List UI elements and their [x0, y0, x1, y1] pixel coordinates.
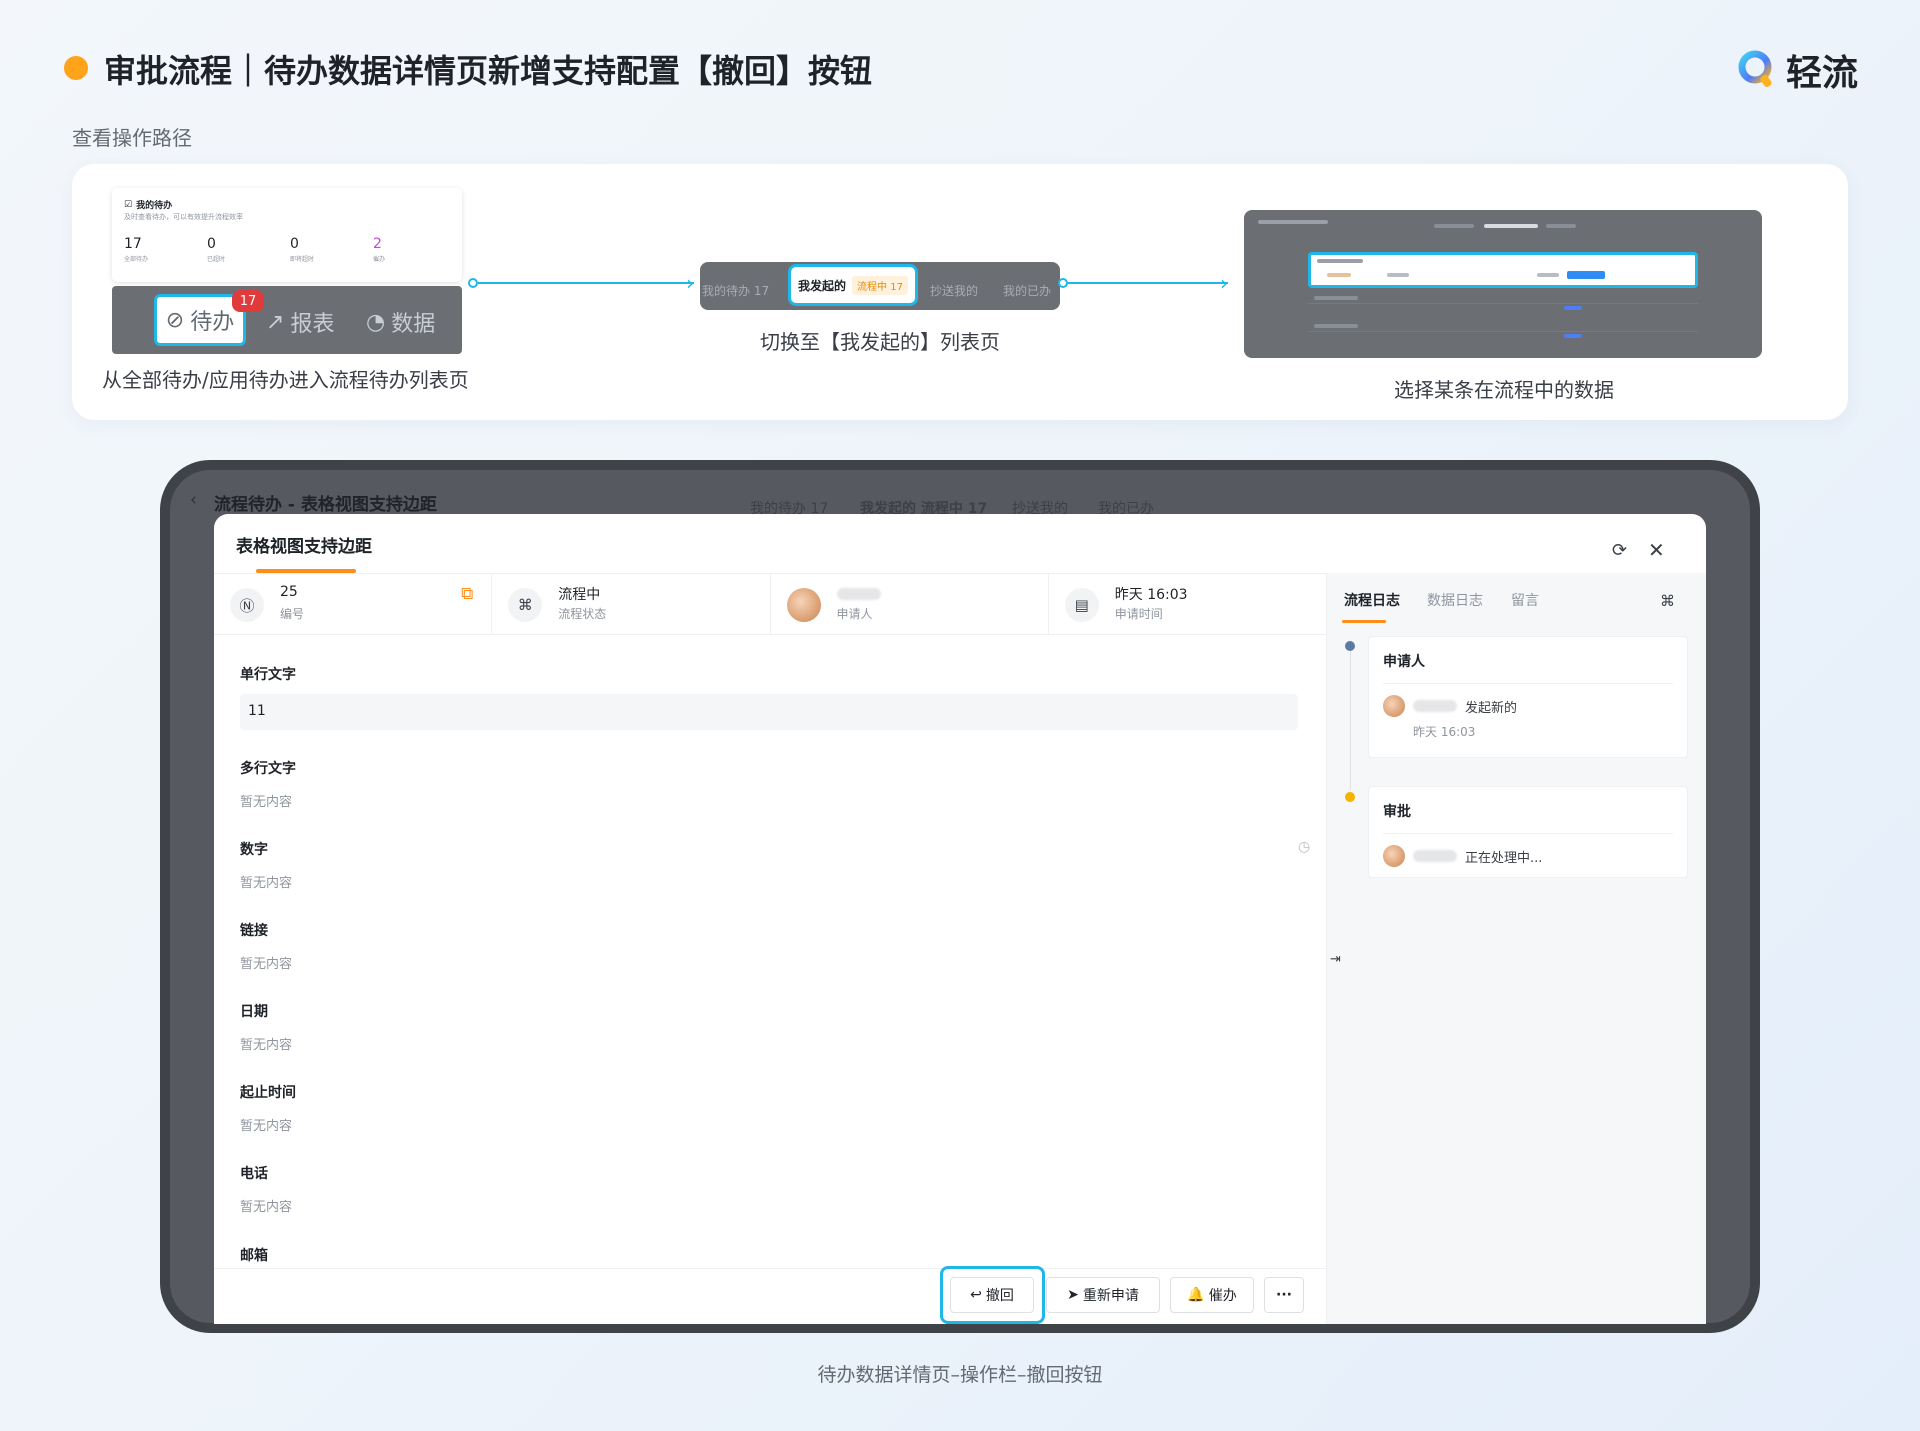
stat-urged[interactable]: 2 催办 — [373, 236, 385, 263]
withdraw-highlight — [940, 1266, 1045, 1324]
tab-data[interactable]: ◔ 数据 — [366, 306, 435, 338]
arrow-right-icon: › — [1220, 271, 1228, 295]
info-number: Ⓝ 25 编号 ⧉ — [214, 574, 493, 634]
tab-data-log[interactable]: 数据日志 — [1427, 590, 1483, 610]
stat-overdue[interactable]: 0 已超时 — [207, 236, 225, 263]
avatar — [1383, 695, 1405, 717]
open-external-icon[interactable]: ⧉ — [461, 584, 473, 604]
tab-my-todo[interactable]: 我的待办 17 — [702, 282, 769, 299]
field-label: 电话 — [240, 1166, 268, 1182]
connector-line — [478, 282, 694, 284]
back-icon[interactable]: ‹ — [190, 490, 197, 510]
field-label: 起止时间 — [240, 1085, 296, 1101]
log-card-approval: 审批 正在处理中... — [1368, 786, 1688, 878]
field-label: 邮箱 — [240, 1248, 268, 1264]
send-icon: ➤ — [1067, 1287, 1079, 1303]
todo-count-badge: 17 — [232, 290, 264, 312]
log-card-applicant: 申请人 发起新的 昨天 16:03 — [1368, 636, 1688, 758]
field-label: 数字 — [240, 842, 268, 858]
detail-title: 表格视图支持边距 — [236, 537, 372, 557]
connector-line — [1068, 282, 1228, 284]
number-icon: Ⓝ — [230, 588, 264, 622]
arrow-right-icon: › — [686, 271, 694, 295]
avatar — [786, 588, 821, 622]
selected-process-row[interactable] — [1308, 252, 1698, 288]
field-value: 暂无内容 — [240, 1038, 293, 1053]
more-button[interactable]: ··· — [1264, 1277, 1304, 1313]
bottom-caption: 待办数据详情页–操作栏–撤回按钮 — [817, 1364, 1103, 1386]
field-label: 多行文字 — [240, 761, 296, 777]
todo-summary-subtitle: 及时查看待办，可以有效提升流程效率 — [124, 213, 243, 221]
single-line-text-value: 11 — [240, 694, 1298, 730]
field-label: 单行文字 — [240, 667, 296, 683]
page-title: 审批流程｜待办数据详情页新增支持配置【撤回】按钮 — [104, 52, 873, 90]
summary-info-row: Ⓝ 25 编号 ⧉ ⌘ 流程中 流程状态 申请人 ▤ 昨天 16:03 申请时间 — [214, 573, 1326, 635]
urge-button[interactable]: 🔔 催办 — [1170, 1277, 1254, 1313]
tab-cc-me[interactable]: 抄送我的 — [930, 282, 978, 299]
dashboard-icon: ◔ — [366, 309, 386, 335]
field-label: 日期 — [240, 1004, 268, 1020]
timeline-dot — [1345, 641, 1355, 651]
title-dot — [64, 56, 88, 80]
info-time: ▤ 昨天 16:03 申请时间 — [1049, 574, 1326, 634]
check-circle-icon: ⊘ — [165, 307, 185, 333]
brand-name: 轻流 — [1785, 53, 1858, 94]
check-icon: ☑ — [124, 199, 133, 210]
tab-initiated-by-me[interactable]: 我发起的 流程中 17 — [788, 264, 918, 306]
bell-icon: 🔔 — [1187, 1287, 1205, 1303]
background-page-title: 流程待办 - 表格视图支持边距 — [214, 495, 437, 515]
user-name-blurred — [1413, 850, 1457, 862]
todo-summary-title: ☑ 我的待办 — [124, 199, 173, 212]
connector-dot — [468, 278, 478, 288]
tab-done[interactable]: 我的已办 — [1003, 282, 1051, 299]
collapse-panel-icon[interactable]: ⇥ — [1330, 952, 1341, 967]
todo-summary-card: ☑ 我的待办 及时查看待办，可以有效提升流程效率 17 全部待办 0 已超时 0 即将… — [112, 188, 462, 282]
brand-icon — [1738, 49, 1776, 91]
in-progress-tag: 流程中 17 — [852, 275, 908, 295]
field-value: 暂无内容 — [240, 957, 293, 972]
info-status: ⌘ 流程中 流程状态 — [492, 574, 771, 634]
step1-caption: 从全部待办/应用待办进入流程待办列表页 — [102, 368, 469, 392]
flow-icon: ⌘ — [508, 588, 543, 622]
user-name-blurred — [1413, 700, 1457, 712]
field-value: 暂无内容 — [240, 876, 293, 891]
step3-caption: 选择某条在流程中的数据 — [1394, 378, 1614, 402]
avatar — [1383, 845, 1405, 867]
reapply-button[interactable]: ➤ 重新申请 — [1046, 1277, 1160, 1313]
calendar-icon: ▤ — [1064, 588, 1099, 622]
field-label: 链接 — [240, 923, 268, 939]
step2-caption: 切换至【我发起的】列表页 — [760, 330, 1000, 354]
close-icon[interactable]: ✕ — [1648, 538, 1665, 562]
applicant-name-blurred — [836, 588, 881, 600]
flowchart-icon[interactable]: ⌘ — [1660, 592, 1675, 610]
field-value: 暂无内容 — [240, 1119, 293, 1134]
side-tab-underline — [1342, 620, 1386, 623]
trend-icon: ↗ — [266, 309, 285, 335]
tab-comments[interactable]: 留言 — [1511, 590, 1539, 610]
connector-dot — [1058, 278, 1068, 288]
history-icon[interactable]: ◷ — [1298, 839, 1310, 855]
info-applicant: 申请人 — [771, 574, 1049, 634]
timeline-dot — [1345, 792, 1355, 802]
section-subtitle: 查看操作路径 — [72, 126, 192, 150]
timeline-line — [1350, 646, 1351, 790]
tab-process-log[interactable]: 流程日志 — [1344, 590, 1400, 610]
refresh-icon[interactable]: ⟳ — [1612, 540, 1627, 561]
field-value: 暂无内容 — [240, 1200, 293, 1215]
tab-report[interactable]: ↗ 报表 — [266, 306, 334, 338]
brand-logo: 轻流 — [1738, 44, 1858, 96]
stat-all[interactable]: 17 全部待办 — [124, 236, 148, 263]
field-value: 暂无内容 — [240, 795, 293, 810]
stat-due-soon[interactable]: 0 即将超时 — [290, 236, 314, 263]
